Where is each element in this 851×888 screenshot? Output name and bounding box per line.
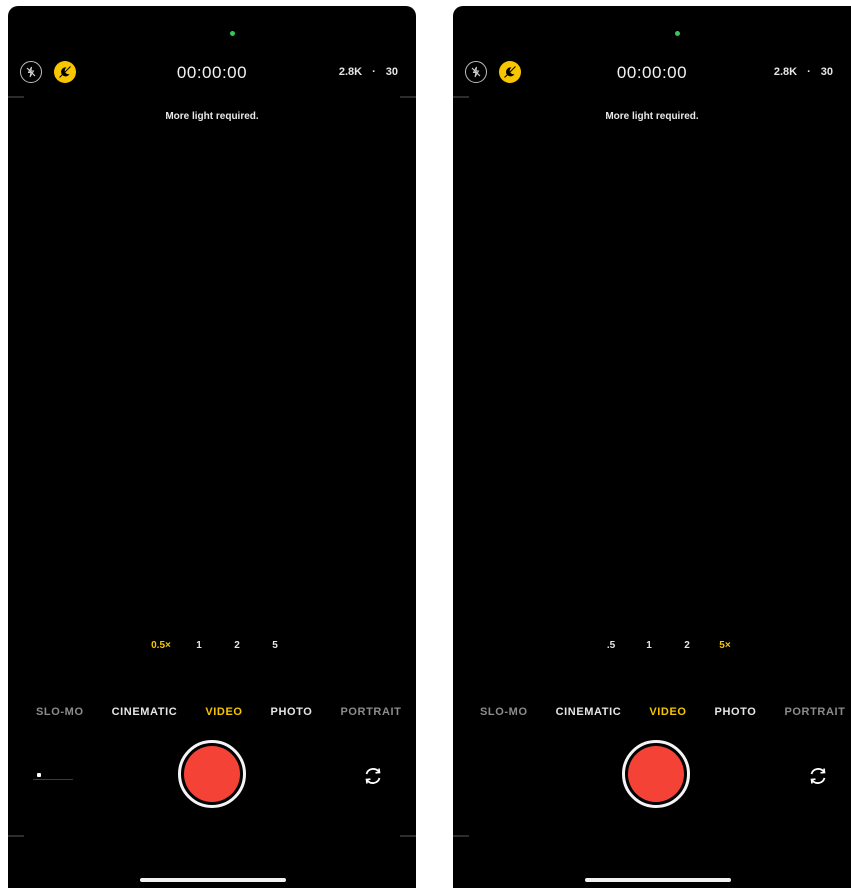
zoom-selector: .5 1 2 5× xyxy=(592,640,744,651)
mode-item-active[interactable]: VIDEO xyxy=(649,706,686,718)
mode-item[interactable]: CINEMATIC xyxy=(556,706,622,718)
home-indicator[interactable] xyxy=(140,878,286,882)
mode-item-active[interactable]: VIDEO xyxy=(205,706,242,718)
record-button-fill xyxy=(628,746,684,802)
zoom-option[interactable]: 5 xyxy=(256,640,294,651)
frame-corner xyxy=(453,96,469,112)
format-info[interactable]: 2.8K · 30 xyxy=(339,66,398,78)
zoom-option[interactable]: 1 xyxy=(630,640,668,651)
media-thumbnail[interactable] xyxy=(33,768,73,782)
zoom-option[interactable]: 1 xyxy=(180,640,218,651)
resolution-label[interactable]: 2.8K xyxy=(339,66,362,78)
format-separator: · xyxy=(807,66,811,78)
format-info[interactable]: 2.8K · 30 xyxy=(774,66,833,78)
frame-corner xyxy=(8,96,24,112)
mode-item[interactable]: CINEMATIC xyxy=(112,706,178,718)
zoom-option[interactable]: .5 xyxy=(592,640,630,651)
record-button[interactable] xyxy=(178,740,246,808)
mode-item[interactable]: PORTRAIT xyxy=(340,706,401,718)
low-light-message: More light required. xyxy=(605,111,699,122)
fps-label[interactable]: 30 xyxy=(386,66,398,78)
camera-in-use-indicator xyxy=(675,31,680,36)
frame-corner xyxy=(400,821,416,837)
mode-item[interactable]: PHOTO xyxy=(715,706,757,718)
mode-selector: SLO-MO CINEMATIC VIDEO PHOTO PORTRAIT xyxy=(480,706,851,718)
home-indicator[interactable] xyxy=(585,878,731,882)
fps-label[interactable]: 30 xyxy=(821,66,833,78)
zoom-option[interactable]: 2 xyxy=(218,640,256,651)
comparison-stage: 00:00:00 2.8K · 30 More light required. … xyxy=(0,0,851,888)
record-button[interactable] xyxy=(622,740,690,808)
resolution-label[interactable]: 2.8K xyxy=(774,66,797,78)
low-light-message: More light required. xyxy=(165,111,259,122)
mode-selector: SLO-MO CINEMATIC VIDEO PHOTO PORTRAIT xyxy=(36,706,416,718)
frame-corner xyxy=(453,821,469,837)
thumbnail-line xyxy=(33,779,73,780)
thumbnail-dot xyxy=(37,773,41,777)
mode-item[interactable]: SLO-MO xyxy=(480,706,528,718)
camera-flip-icon[interactable] xyxy=(805,763,831,789)
zoom-option[interactable]: 0.5× xyxy=(142,640,180,651)
zoom-option[interactable]: 5× xyxy=(706,640,744,651)
format-separator: · xyxy=(372,66,376,78)
mode-item[interactable]: SLO-MO xyxy=(36,706,84,718)
camera-screen-right: 00:00:00 2.8K · 30 More light required. … xyxy=(453,6,851,888)
camera-in-use-indicator xyxy=(230,31,235,36)
frame-corner xyxy=(400,96,416,112)
zoom-selector: 0.5× 1 2 5 xyxy=(142,640,294,651)
camera-screen-left: 00:00:00 2.8K · 30 More light required. … xyxy=(8,6,416,888)
mode-item[interactable]: PHOTO xyxy=(271,706,313,718)
mode-item[interactable]: PORTRAIT xyxy=(784,706,845,718)
camera-flip-icon[interactable] xyxy=(360,763,386,789)
zoom-option[interactable]: 2 xyxy=(668,640,706,651)
record-button-fill xyxy=(184,746,240,802)
frame-corner xyxy=(8,821,24,837)
